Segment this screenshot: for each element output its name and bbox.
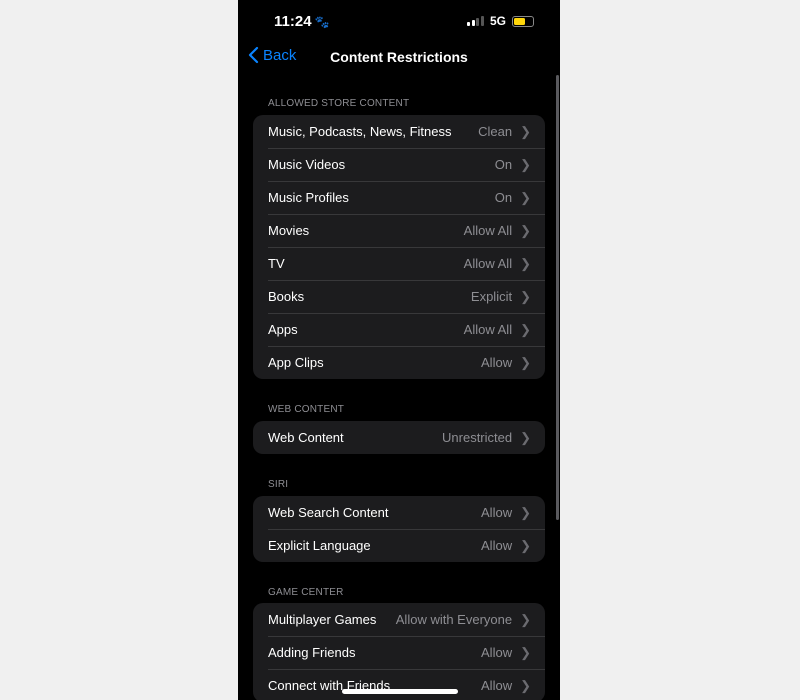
phone-screen: 11:24 🐾 5G Back Content Restrictions ALLO… xyxy=(238,0,560,700)
settings-row[interactable]: App Clips Allow ❯ xyxy=(253,346,545,379)
chevron-right-icon: ❯ xyxy=(520,255,531,271)
paw-icon: 🐾 xyxy=(314,15,330,29)
settings-row[interactable]: TV Allow All ❯ xyxy=(253,247,545,280)
chevron-right-icon: ❯ xyxy=(520,677,531,693)
row-value: Allow All xyxy=(463,322,513,337)
row-label: Multiplayer Games xyxy=(268,612,377,627)
settings-row[interactable]: Movies Allow All ❯ xyxy=(253,214,545,247)
row-value: Allow xyxy=(481,538,513,553)
row-label: App Clips xyxy=(268,355,324,370)
row-value: Clean xyxy=(478,124,513,139)
chevron-right-icon: ❯ xyxy=(520,156,531,172)
row-label: Explicit Language xyxy=(268,538,371,553)
game-center-group: Multiplayer Games Allow with Everyone ❯ Add… xyxy=(253,603,545,700)
row-value: On xyxy=(494,157,513,172)
row-value: Allow xyxy=(481,505,513,520)
section-header: WEB CONTENT xyxy=(268,404,345,415)
settings-row[interactable]: Music, Podcasts, News, Fitness Clean ❯ xyxy=(253,115,545,148)
settings-row[interactable]: Apps Allow All ❯ xyxy=(253,313,545,346)
chevron-right-icon: ❯ xyxy=(520,644,531,660)
row-value: Allow with Everyone xyxy=(395,612,513,627)
status-time: 11:24 🐾 xyxy=(274,13,330,30)
row-value: On xyxy=(494,190,513,205)
settings-row[interactable]: Connect with Friends Allow ❯ xyxy=(253,669,545,700)
row-label: Movies xyxy=(268,223,310,238)
settings-row[interactable]: Explicit Language Allow ❯ xyxy=(253,529,545,562)
section-header: ALLOWED STORE CONTENT xyxy=(268,98,410,109)
chevron-right-icon: ❯ xyxy=(520,537,531,553)
settings-row[interactable]: Music Profiles On ❯ xyxy=(253,181,545,214)
row-value: Unrestricted xyxy=(442,430,513,445)
chevron-right-icon: ❯ xyxy=(520,429,531,445)
row-label: Books xyxy=(268,289,305,304)
section-header: SIRI xyxy=(268,479,289,490)
section-header: GAME CENTER xyxy=(268,587,344,598)
row-value: Allow All xyxy=(463,223,513,238)
status-bar-right: 5G xyxy=(467,14,534,28)
settings-row[interactable]: Multiplayer Games Allow with Everyone ❯ xyxy=(253,603,545,636)
home-indicator[interactable] xyxy=(342,689,458,694)
row-label: Apps xyxy=(268,322,298,337)
row-value: Allow xyxy=(481,645,513,660)
allowed-store-content-group: Music, Podcasts, News, Fitness Clean ❯ Musi… xyxy=(253,115,545,379)
row-label: Adding Friends xyxy=(268,645,356,660)
chevron-right-icon: ❯ xyxy=(520,222,531,238)
battery-icon xyxy=(512,15,534,27)
chevron-right-icon: ❯ xyxy=(520,189,531,205)
scrollbar[interactable] xyxy=(556,75,559,520)
settings-row[interactable]: Web Content Unrestricted ❯ xyxy=(253,421,545,454)
settings-row[interactable]: Music Videos On ❯ xyxy=(253,148,545,181)
web-content-group: Web Content Unrestricted ❯ xyxy=(253,421,545,454)
chevron-right-icon: ❯ xyxy=(520,504,531,520)
row-label: Music Videos xyxy=(268,157,346,172)
row-label: Web Search Content xyxy=(268,505,389,520)
row-label: Music, Podcasts, News, Fitness xyxy=(268,124,452,139)
signal-icon xyxy=(467,16,484,26)
row-value: Allow All xyxy=(463,256,513,271)
settings-row[interactable]: Books Explicit ❯ xyxy=(253,280,545,313)
nav-bar: Back Content Restrictions xyxy=(238,46,560,68)
row-label: Music Profiles xyxy=(268,190,349,205)
chevron-right-icon: ❯ xyxy=(520,321,531,337)
row-label: TV xyxy=(268,256,285,271)
settings-row[interactable]: Web Search Content Allow ❯ xyxy=(253,496,545,529)
row-value: Explicit xyxy=(470,289,513,304)
page-title: Content Restrictions xyxy=(330,49,468,65)
chevron-right-icon: ❯ xyxy=(520,354,531,370)
chevron-right-icon: ❯ xyxy=(520,288,531,304)
row-label: Web Content xyxy=(268,430,344,445)
siri-group: Web Search Content Allow ❯ Explicit Languag… xyxy=(253,496,545,562)
chevron-right-icon: ❯ xyxy=(520,123,531,139)
chevron-right-icon: ❯ xyxy=(520,611,531,627)
settings-row[interactable]: Adding Friends Allow ❯ xyxy=(253,636,545,669)
row-value: Allow xyxy=(481,678,513,693)
network-label: 5G xyxy=(489,14,506,28)
row-value: Allow xyxy=(481,355,513,370)
